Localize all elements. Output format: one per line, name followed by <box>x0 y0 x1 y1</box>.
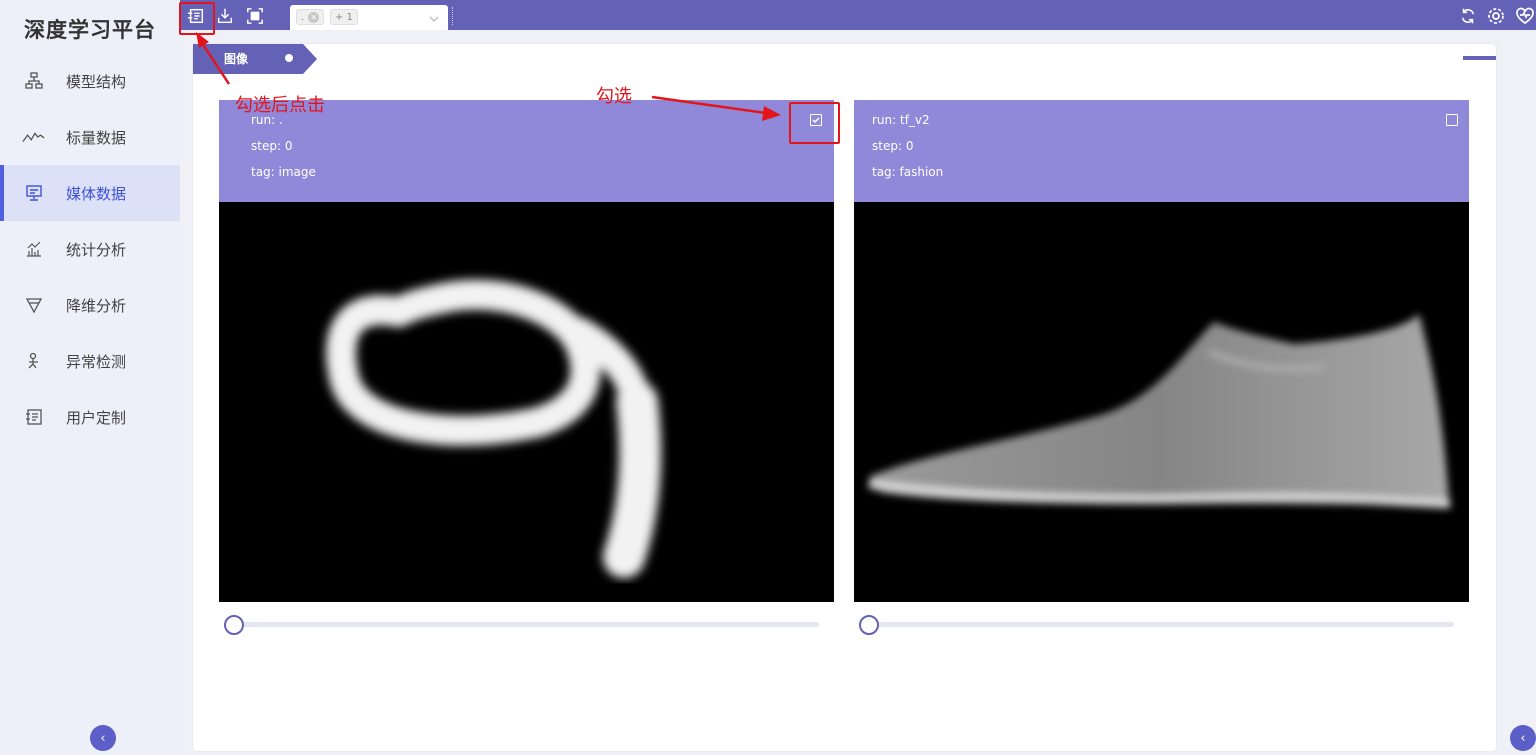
annotation-highlight-toolbar-icon <box>179 2 215 35</box>
tab-status-dot <box>285 54 293 62</box>
sidebar-item-label: 降维分析 <box>66 296 127 315</box>
card-step: step: 0 <box>872 139 914 153</box>
card-tag: tag: fashion <box>872 165 944 179</box>
image-tab[interactable] <box>193 44 317 74</box>
sidebar-item-label: 标量数据 <box>66 128 127 147</box>
step-slider-track[interactable] <box>870 622 1454 627</box>
fullscreen-icon[interactable] <box>244 5 266 27</box>
custom-board-icon <box>22 405 46 429</box>
step-slider-track[interactable] <box>235 622 819 627</box>
toolbar-divider <box>452 7 453 25</box>
anomaly-person-icon <box>22 349 46 373</box>
annotation-text-select: 勾选 <box>596 86 632 107</box>
image-card-header: run: tf_v2 step: 0 tag: fashion <box>854 100 1469 202</box>
settings-icon[interactable] <box>1485 5 1507 27</box>
chip-close-icon[interactable]: ✕ <box>308 11 320 23</box>
sidebar-item-label: 媒体数据 <box>66 184 127 203</box>
brand-title: 深度学习平台 <box>24 18 156 42</box>
step-slider-handle[interactable] <box>859 615 879 635</box>
card-run: run: tf_v2 <box>872 113 930 127</box>
sidebar-collapse-button[interactable]: ‹ <box>90 725 116 751</box>
statistics-chart-icon <box>22 237 46 261</box>
run-chip: . ✕ <box>296 9 325 25</box>
card-select-checkbox[interactable] <box>1446 114 1458 126</box>
media-monitor-icon <box>22 181 46 205</box>
scalar-line-icon <box>22 125 46 149</box>
card-tag: tag: image <box>251 165 316 179</box>
sidebar-item-dimension-reduction[interactable]: 降维分析 <box>0 277 180 333</box>
sidebar-item-label: 用户定制 <box>66 408 127 427</box>
annotation-highlight-checkbox <box>789 102 840 144</box>
digit-nine-image <box>326 279 662 578</box>
sidebar-item-user-custom[interactable]: 用户定制 <box>0 389 180 445</box>
image-preview-shoe <box>854 202 1469 602</box>
sidebar-item-anomaly-detection[interactable]: 异常检测 <box>0 333 180 389</box>
run-select[interactable]: . ✕ + 1 <box>290 5 448 30</box>
sidebar-item-label: 模型结构 <box>66 72 127 91</box>
sidebar-item-model-structure[interactable]: 模型结构 <box>0 53 180 109</box>
sidebar-item-label: 统计分析 <box>66 240 127 259</box>
sidebar-item-label: 异常检测 <box>66 352 127 371</box>
sidebar-item-scalar-data[interactable]: 标量数据 <box>0 109 180 165</box>
more-runs-chip: + 1 <box>330 9 358 25</box>
sidebar-item-media-data[interactable]: 媒体数据 <box>0 165 180 221</box>
step-slider-handle[interactable] <box>224 615 244 635</box>
tab-image-label: 图像 <box>224 52 249 66</box>
shoe-image <box>868 314 1451 509</box>
health-icon[interactable] <box>1514 5 1536 27</box>
annotation-text-select-then-click: 勾选后点击 <box>235 95 325 116</box>
refresh-icon[interactable] <box>1457 5 1479 27</box>
sidebar: 深度学习平台 模型结构 标量数据 媒体数据 统计分析 降维分析 异常检测 用户定… <box>0 0 180 755</box>
image-preview-digit <box>219 202 834 602</box>
top-toolbar: . ✕ + 1 <box>180 0 1536 30</box>
sidebar-item-statistics[interactable]: 统计分析 <box>0 221 180 277</box>
panel-expand-button[interactable]: ‹ <box>1510 725 1536 751</box>
panel-accent-bar <box>1463 56 1496 60</box>
model-structure-icon <box>22 69 46 93</box>
chevron-down-icon[interactable] <box>428 10 440 29</box>
card-step: step: 0 <box>251 139 293 153</box>
download-icon[interactable] <box>214 5 236 27</box>
dimension-funnel-icon <box>22 293 46 317</box>
